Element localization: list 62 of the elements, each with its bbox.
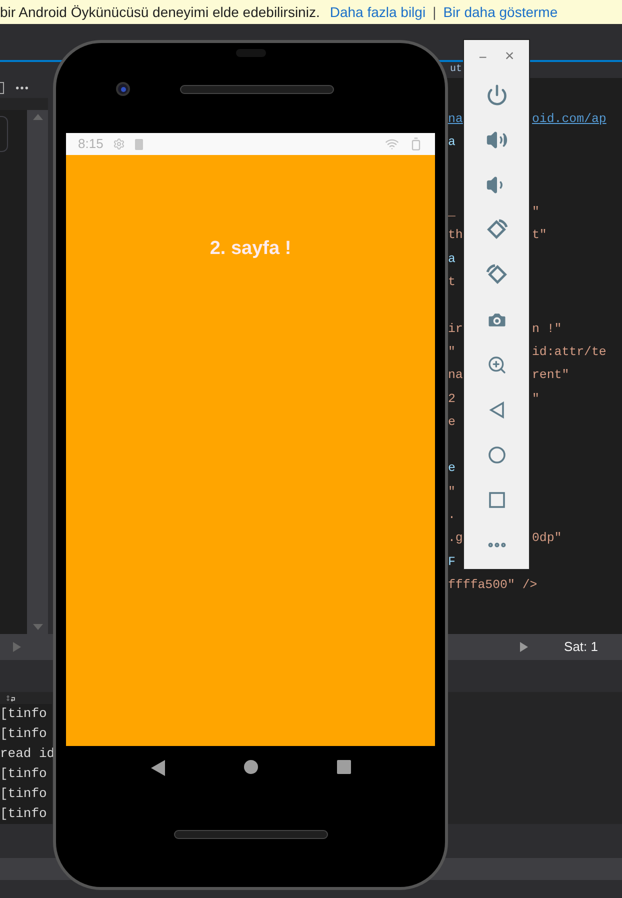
front-camera-icon: [116, 82, 130, 96]
code-text: a: [448, 134, 456, 152]
code-text: F: [448, 554, 456, 571]
code-text: oid.com/ap: [532, 111, 606, 128]
code-text: id:attr/te: [532, 344, 606, 361]
code-text: e: [448, 414, 456, 431]
scroll-up-icon[interactable]: [32, 114, 42, 120]
code-text: .: [448, 507, 456, 524]
code-text: ffffa500" />: [448, 576, 538, 594]
output-line: [tinfo: [0, 785, 47, 803]
code-text: t": [532, 227, 547, 244]
scroll-right-icon[interactable]: [13, 642, 21, 652]
scrollbar[interactable]: [27, 110, 48, 634]
code-text: e: [448, 460, 456, 478]
line-indicator: Sat: 1: [564, 638, 598, 656]
output-line: [tinfo: [0, 725, 47, 743]
code-text: ": [448, 344, 456, 361]
scroll-down-icon[interactable]: [32, 624, 42, 630]
rotate-right-icon[interactable]: [484, 262, 508, 286]
clock-text: 8:15: [78, 135, 104, 154]
settings-icon: [113, 138, 126, 150]
scroll-right-icon[interactable]: [520, 642, 528, 652]
code-text: t: [448, 274, 456, 292]
speaker-grille-icon: [180, 84, 334, 94]
back-icon[interactable]: [150, 760, 164, 776]
info-text: bir Android Öykünücüsü deneyimi elde edebilirsiniz.: [0, 2, 320, 22]
minimize-button[interactable]: −: [478, 50, 487, 64]
separator-text: |: [432, 2, 436, 22]
overview-icon[interactable]: [336, 760, 350, 774]
page-title: 2. sayfa !: [210, 237, 292, 261]
code-text: .g: [448, 530, 463, 548]
more-info-link[interactable]: Daha fazla bilgi: [330, 2, 426, 22]
code-text: na: [448, 367, 463, 384]
tab-label[interactable]: ut: [450, 62, 462, 78]
code-text: ": [532, 390, 540, 408]
code-text: ": [448, 484, 456, 501]
code-text: th: [448, 227, 463, 244]
output-line: [tinfo: [0, 805, 47, 823]
code-text: 2: [448, 390, 456, 408]
home-icon[interactable]: [244, 760, 258, 774]
code-text: na: [448, 111, 463, 128]
zoom-icon[interactable]: [486, 354, 506, 374]
output-line: [tinfo: [0, 765, 47, 783]
output-line: [tinfo: [0, 705, 47, 723]
speaker-grille-icon: [174, 830, 328, 839]
overview-icon[interactable]: [488, 492, 504, 508]
code-text: ir: [448, 320, 463, 338]
home-icon[interactable]: [488, 446, 506, 464]
wifi-icon: [385, 137, 399, 151]
code-text: _: [448, 204, 456, 222]
code-text: rent": [532, 367, 570, 384]
power-icon[interactable]: [486, 84, 508, 106]
rotate-left-icon[interactable]: [484, 218, 508, 242]
code-text: 0dp": [532, 530, 562, 548]
back-icon[interactable]: [488, 400, 504, 418]
close-button[interactable]: ×: [504, 50, 514, 64]
code-text: n !": [532, 320, 562, 338]
code-text: ": [532, 204, 540, 222]
dont-show-link[interactable]: Bir daha gösterme: [443, 2, 558, 22]
battery-icon: [409, 137, 423, 151]
sd-card-icon: [135, 138, 144, 150]
code-text: a: [448, 250, 456, 268]
